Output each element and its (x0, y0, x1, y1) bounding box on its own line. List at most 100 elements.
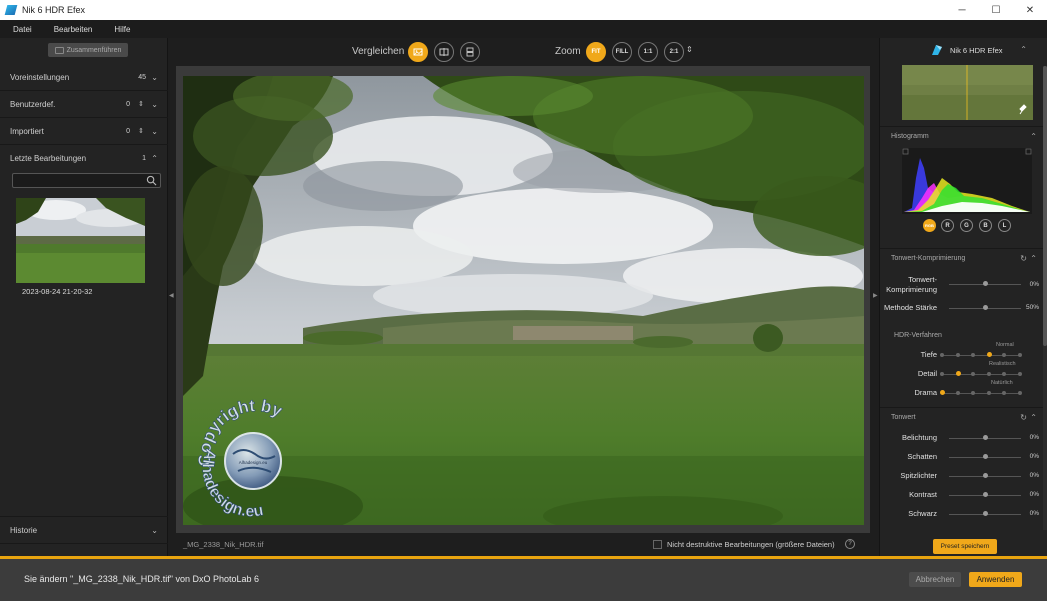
apply-button[interactable]: Anwenden (969, 572, 1022, 587)
compare-side-by-side-icon[interactable] (460, 42, 480, 62)
stepper-dot[interactable] (986, 391, 991, 395)
section-benutzerdef[interactable]: Benutzerdef. 0 ⇕ ⌄ (0, 91, 168, 118)
close-button[interactable]: ✕ (1013, 0, 1047, 20)
loupe-preview[interactable] (902, 65, 1033, 120)
stepper-dot[interactable] (940, 372, 944, 376)
nondestructive-label[interactable]: Nicht destruktive Bearbeitungen (größere… (667, 540, 835, 549)
slider-knob[interactable] (982, 492, 988, 497)
merge-button[interactable]: Zusammenführen (48, 43, 128, 57)
search-input[interactable] (12, 173, 161, 188)
compare-split-icon[interactable] (434, 42, 454, 62)
stepper-dot[interactable] (1002, 391, 1007, 395)
histogram (902, 148, 1032, 214)
stepper-active-dot[interactable] (955, 371, 961, 376)
collapse-top-icon[interactable]: ⌃ (1020, 45, 1027, 54)
chevron-down-icon[interactable]: ⌄ (151, 100, 158, 109)
stepper-dot[interactable] (1018, 353, 1022, 357)
channel-b-button[interactable]: B (979, 219, 992, 232)
stepper-dot[interactable] (1002, 353, 1007, 357)
slider-knob[interactable] (982, 473, 988, 478)
stepper-dot[interactable] (971, 391, 976, 395)
collapse-right-handle[interactable]: ▶ (873, 292, 878, 299)
chevron-up-icon[interactable]: ⌃ (1030, 254, 1037, 263)
stepper-dot[interactable] (1002, 372, 1007, 376)
slider-schwarz[interactable]: Schwarz 0% (880, 507, 1043, 521)
collapse-left-handle[interactable]: ◀ (169, 292, 174, 299)
histogram-header[interactable]: Histogramm ⌃ (880, 126, 1043, 146)
slider-value: 0% (1029, 281, 1039, 288)
slider-knob[interactable] (982, 435, 988, 440)
stepper-dot[interactable] (955, 353, 960, 357)
zoom-2-1-button[interactable]: 2:1 (664, 42, 684, 62)
slider-knob[interactable] (982, 305, 988, 310)
slider-knob[interactable] (982, 454, 988, 459)
minimize-button[interactable]: ─ (945, 0, 979, 20)
channel-rgb-button[interactable]: RGB (923, 219, 936, 232)
channel-g-button[interactable]: G (960, 219, 973, 232)
tonal-compression-header[interactable]: Tonwert-Komprimierung ↻ ⌃ (880, 248, 1043, 268)
stepper-drama[interactable]: Natürlich Drama (880, 380, 1043, 400)
slider-knob[interactable] (982, 281, 988, 286)
slider-value: 0% (1029, 434, 1039, 441)
section-voreinstellungen[interactable]: Voreinstellungen 45 ⌄ (0, 64, 168, 91)
save-preset-button[interactable]: Preset speichern (933, 539, 997, 554)
stepper-active-dot[interactable] (986, 352, 992, 357)
chevron-up-icon[interactable]: ⌃ (151, 154, 158, 163)
sort-arrows-icon[interactable]: ⇕ (138, 127, 144, 135)
panel-scrollbar[interactable] (1043, 66, 1047, 530)
cancel-button[interactable]: Abbrechen (909, 572, 961, 587)
stepper-dot[interactable] (1018, 372, 1022, 376)
stepper-tiefe[interactable]: Normal Tiefe (880, 342, 1043, 362)
stepper-dot[interactable] (955, 391, 960, 395)
stepper-track[interactable] (942, 374, 1020, 375)
channel-l-button[interactable]: L (998, 219, 1011, 232)
chevron-up-icon[interactable]: ⌃ (1030, 413, 1037, 422)
chevron-down-icon[interactable]: ⌄ (151, 127, 158, 136)
stepper-track[interactable] (942, 355, 1020, 356)
slider-schatten[interactable]: Schatten 0% (880, 450, 1043, 464)
section-letzte-bearbeitungen[interactable]: Letzte Bearbeitungen 1 ⌃ (0, 145, 168, 172)
scrollbar-thumb[interactable] (1043, 66, 1047, 346)
menu-bearbeiten[interactable]: Bearbeiten (41, 25, 102, 34)
section-importiert[interactable]: Importiert 0 ⇕ ⌄ (0, 118, 168, 145)
stepper-detail[interactable]: Realistisch Detail (880, 361, 1043, 381)
stepper-track[interactable] (942, 393, 1020, 394)
menu-bar: Datei Bearbeiten Hilfe (0, 20, 1047, 38)
stepper-active-dot[interactable] (940, 390, 945, 395)
reset-icon[interactable]: ↻ (1020, 413, 1027, 422)
zoom-fill-button[interactable]: FILL (612, 42, 632, 62)
photo-preview[interactable]: Alhadesign.eu Copyright by Alhadesign.eu (183, 76, 864, 525)
reset-icon[interactable]: ↻ (1020, 254, 1027, 263)
sort-arrows-icon[interactable]: ⇕ (138, 100, 144, 108)
zoom-fit-button[interactable]: FIT (586, 42, 606, 62)
zoom-1-1-button[interactable]: 1:1 (638, 42, 658, 62)
help-icon[interactable]: ? (845, 539, 855, 549)
hdr-method-header[interactable]: HDR-Verfahren (880, 325, 1043, 345)
nondestructive-checkbox[interactable] (653, 540, 662, 549)
chevron-up-icon[interactable]: ⌃ (1030, 132, 1037, 141)
compare-single-icon[interactable] (408, 42, 428, 62)
chevron-down-icon[interactable]: ⌄ (151, 73, 158, 82)
stepper-dot[interactable] (1018, 391, 1022, 395)
channel-r-button[interactable]: R (941, 219, 954, 232)
slider-kontrast[interactable]: Kontrast 0% (880, 488, 1043, 502)
slider-tonal-compression[interactable]: Tonwert- Komprimierung 0% (880, 275, 1043, 296)
search-icon[interactable] (146, 175, 157, 186)
maximize-button[interactable]: ☐ (979, 0, 1013, 20)
menu-hilfe[interactable]: Hilfe (101, 25, 139, 34)
slider-method-strength[interactable]: Methode Stärke 50% (880, 301, 1043, 315)
stepper-dot[interactable] (986, 372, 991, 376)
section-historie[interactable]: Historie ⌄ (0, 516, 168, 544)
stepper-dot[interactable] (971, 353, 976, 357)
slider-belichtung[interactable]: Belichtung 0% (880, 431, 1043, 445)
slider-spitzlichter[interactable]: Spitzlichter 0% (880, 469, 1043, 483)
tonwert-header[interactable]: Tonwert ↻ ⌃ (880, 407, 1043, 427)
recent-thumbnail[interactable] (16, 198, 145, 283)
slider-knob[interactable] (982, 511, 988, 516)
chevron-down-icon[interactable]: ⌄ (151, 526, 158, 535)
zoom-stepper-icon[interactable]: ⇕ (686, 45, 693, 54)
stepper-dot[interactable] (971, 372, 976, 376)
slider-label: Belichtung (901, 433, 937, 442)
stepper-dot[interactable] (940, 353, 944, 357)
menu-datei[interactable]: Datei (0, 25, 41, 34)
